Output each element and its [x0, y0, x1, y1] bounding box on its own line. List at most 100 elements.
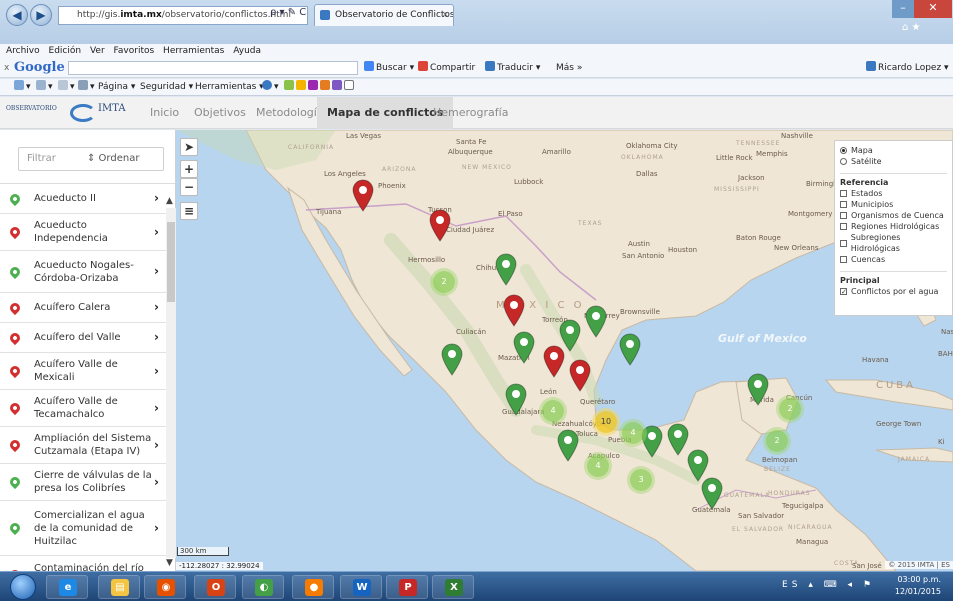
- scroll-down-icon[interactable]: ▼: [166, 558, 173, 568]
- google-compartir-button[interactable]: Compartir: [418, 58, 475, 78]
- conflict-list-item[interactable]: Comercializan el agua de la comunidad de…: [0, 501, 175, 556]
- taskbar-app-button[interactable]: e: [46, 575, 88, 599]
- cluster-marker[interactable]: 4: [622, 422, 644, 444]
- conflict-marker-green[interactable]: [512, 330, 536, 364]
- tab-close-icon[interactable]: ×: [441, 5, 449, 25]
- checkbox-organismos[interactable]: [840, 212, 847, 219]
- cluster-marker[interactable]: 10: [595, 411, 617, 433]
- chevron-right-icon[interactable]: ›: [154, 364, 159, 378]
- ref-organismos-option[interactable]: Organismos de Cuenca: [840, 210, 947, 221]
- language-indicator[interactable]: ES: [782, 580, 801, 590]
- locate-button[interactable]: ➤: [180, 138, 198, 156]
- conflict-list-item[interactable]: Acuífero Valle de Tecamachalco ›: [0, 390, 175, 427]
- taskbar-app-button[interactable]: O: [194, 575, 236, 599]
- close-window-button[interactable]: ✕: [914, 0, 952, 18]
- imta-logo[interactable]: IMTA: [70, 102, 140, 124]
- cluster-marker[interactable]: 2: [433, 271, 455, 293]
- checkbox-estados[interactable]: [840, 190, 847, 197]
- start-button[interactable]: [10, 574, 36, 600]
- ref-cuencas-option[interactable]: Cuencas: [840, 254, 947, 265]
- herramientas-menu[interactable]: Herramientas ▾: [195, 79, 264, 96]
- taskbar-app-button[interactable]: W: [340, 575, 382, 599]
- conflict-list-item[interactable]: Acuífero Calera ›: [0, 293, 175, 323]
- feeds-icon[interactable]: ▾: [36, 79, 53, 96]
- taskbar-app-button[interactable]: ◉: [144, 575, 186, 599]
- taskbar-app-button[interactable]: ◐: [242, 575, 284, 599]
- filter-input[interactable]: Filtrar ⇕ Ordenar: [18, 147, 164, 171]
- conflict-marker-red[interactable]: [502, 293, 526, 327]
- clock[interactable]: 03:00 p.m. 12/01/2015: [895, 574, 941, 598]
- menu-ver[interactable]: Ver: [90, 46, 105, 56]
- seguridad-menu[interactable]: Seguridad ▾: [140, 79, 193, 96]
- conflict-marker-red[interactable]: [542, 344, 566, 378]
- menu-ayuda[interactable]: Ayuda: [233, 46, 261, 56]
- checkbox-regiones[interactable]: [840, 223, 847, 230]
- help-icon[interactable]: ▾: [262, 79, 279, 96]
- conflict-list-item[interactable]: Cierre de válvulas de la presa los Colib…: [0, 464, 175, 501]
- menu-favoritos[interactable]: Favoritos: [114, 46, 155, 56]
- conflict-marker-red[interactable]: [351, 178, 375, 212]
- conflict-marker-green[interactable]: [746, 372, 770, 406]
- cluster-marker[interactable]: 4: [587, 455, 609, 477]
- google-search-input[interactable]: [68, 61, 358, 75]
- address-actions[interactable]: ρ ▾ ✎ C: [270, 7, 306, 18]
- chevron-right-icon[interactable]: ›: [154, 401, 159, 415]
- principal-conflictos-option[interactable]: ✓ Conflictos por el agua: [840, 286, 947, 297]
- radio-satelite[interactable]: [840, 158, 847, 165]
- menu-archivo[interactable]: Archivo: [6, 46, 40, 56]
- checkbox-cuencas[interactable]: [840, 256, 847, 263]
- google-user-button[interactable]: Ricardo Lopez ▾: [866, 58, 949, 78]
- taskbar-app-button[interactable]: ●: [292, 575, 334, 599]
- minimize-button[interactable]: –: [892, 0, 914, 18]
- radio-mapa[interactable]: [840, 147, 847, 154]
- menu-herramientas[interactable]: Herramientas: [163, 46, 224, 56]
- nav-inicio[interactable]: Inicio: [140, 97, 189, 129]
- nav-hemerografia[interactable]: Hemerografía: [423, 97, 518, 129]
- conflict-marker-green[interactable]: [618, 332, 642, 366]
- zoom-out-button[interactable]: −: [180, 178, 198, 196]
- conflict-list-item[interactable]: Acuífero Valle de Mexicali ›: [0, 353, 175, 390]
- forward-button[interactable]: ▶: [30, 4, 52, 26]
- taskbar-app-button[interactable]: P: [386, 575, 428, 599]
- base-mapa-option[interactable]: Mapa: [840, 145, 947, 156]
- tray-icons[interactable]: ES ▴ ⌨ ◂ ⚑: [782, 580, 875, 590]
- chevron-right-icon[interactable]: ›: [154, 438, 159, 452]
- list-scrollbar[interactable]: [166, 208, 176, 558]
- base-satelite-option[interactable]: Satélite: [840, 156, 947, 167]
- conflict-marker-green[interactable]: [700, 476, 724, 510]
- checkbox-municipios[interactable]: [840, 201, 847, 208]
- pagina-menu[interactable]: Página ▾: [98, 79, 135, 96]
- checkbox-conflictos[interactable]: ✓: [840, 288, 847, 296]
- home-icon[interactable]: ⌂ ★: [902, 22, 921, 33]
- conflict-marker-green[interactable]: [584, 304, 608, 338]
- conflict-list-item[interactable]: Acueducto II ›: [0, 184, 175, 214]
- chevron-right-icon[interactable]: ›: [154, 265, 159, 278]
- ref-estados-option[interactable]: Estados: [840, 188, 947, 199]
- checkbox-subregiones[interactable]: [840, 239, 847, 247]
- conflict-list-item[interactable]: Acueducto Nogales-Córdoba-Orizaba ›: [0, 251, 175, 293]
- scroll-up-icon[interactable]: ▲: [166, 196, 173, 206]
- google-toolbar-close-icon[interactable]: x: [4, 58, 9, 78]
- browser-tab[interactable]: Observatorio de Conflictos ... ×: [314, 4, 454, 26]
- conflict-marker-red[interactable]: [568, 358, 592, 392]
- conflict-marker-green[interactable]: [494, 252, 518, 286]
- map-attribution[interactable]: © 2015 IMTA | ES: [885, 561, 953, 569]
- layers-toggle-button[interactable]: ≡: [180, 202, 198, 220]
- chevron-right-icon[interactable]: ›: [154, 225, 159, 239]
- observatorio-logo[interactable]: OBSERVATORIO: [6, 105, 60, 121]
- mail-icon[interactable]: ▾: [58, 79, 75, 96]
- order-button[interactable]: ⇕ Ordenar: [87, 148, 139, 170]
- menu-edicion[interactable]: Edición: [49, 46, 82, 56]
- taskbar-app-button[interactable]: X: [432, 575, 474, 599]
- chevron-right-icon[interactable]: ›: [154, 192, 159, 205]
- chevron-right-icon[interactable]: ›: [154, 331, 159, 344]
- chevron-right-icon[interactable]: ›: [154, 301, 159, 314]
- ref-municipios-option[interactable]: Municipios: [840, 199, 947, 210]
- conflict-map[interactable]: Las Vegas CALIFORNIA Santa Fe Albuquerqu…: [176, 130, 953, 571]
- cluster-marker[interactable]: 3: [630, 469, 652, 491]
- conflict-list-item[interactable]: Acueducto Independencia ›: [0, 214, 175, 251]
- addon-icons[interactable]: [284, 79, 356, 96]
- conflict-marker-green[interactable]: [504, 382, 528, 416]
- conflict-marker-green[interactable]: [556, 428, 580, 462]
- zoom-in-button[interactable]: +: [180, 160, 198, 178]
